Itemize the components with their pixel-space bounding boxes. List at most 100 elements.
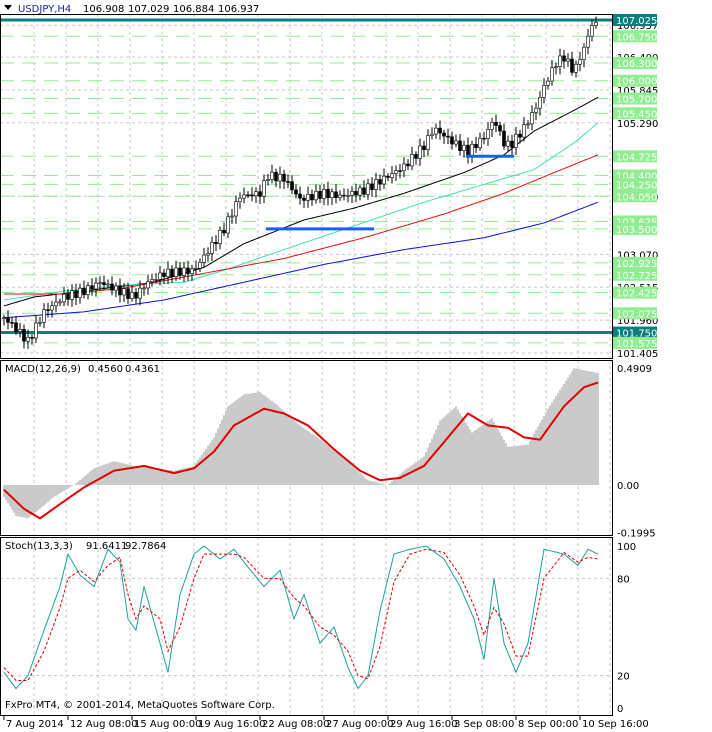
stoch-signal-value: 92.7864	[125, 541, 166, 552]
bull-candle	[242, 194, 246, 199]
bull-candle	[174, 267, 178, 277]
bear-candle	[110, 283, 114, 291]
bear-candle	[406, 163, 410, 167]
bear-candle	[10, 322, 14, 324]
bull-candle	[142, 287, 146, 290]
bull-candle	[322, 188, 326, 199]
time-axis: 7 Aug 2014 12 Aug 08:0015 Aug 00:0019 Aug…	[3, 716, 649, 730]
macd-title: MACD(12,26,9)	[5, 364, 81, 375]
bull-candle	[38, 321, 42, 324]
bull-candle	[586, 35, 590, 48]
bull-candle	[78, 287, 82, 298]
time-label: 10 Sep 16:00	[582, 719, 649, 730]
bear-candle	[82, 287, 86, 296]
bear-candle	[570, 58, 574, 73]
bear-candle	[118, 285, 122, 296]
stoch-tick-label: 0	[617, 704, 623, 715]
bull-candle	[382, 175, 386, 185]
level-tag-label: 102.075	[616, 309, 657, 320]
bear-candle	[222, 230, 226, 234]
bear-candle	[134, 292, 138, 299]
bear-candle	[450, 136, 454, 145]
bull-candle	[426, 135, 430, 150]
bull-candle	[574, 63, 578, 73]
bear-candle	[422, 145, 426, 150]
bear-candle	[398, 170, 402, 172]
bull-candle	[198, 262, 202, 269]
bull-candle	[94, 282, 98, 290]
collapse-arrow-icon[interactable]	[4, 5, 12, 10]
bear-candle	[318, 190, 322, 199]
bull-candle	[506, 140, 510, 147]
time-label: 22 Aug 08:00	[262, 719, 329, 730]
bear-candle	[22, 329, 26, 342]
bull-candle	[266, 179, 270, 182]
macd-signal-value: 0.4361	[125, 364, 160, 375]
bull-candle	[210, 241, 214, 254]
stoch-main-value: 91.6411	[86, 541, 127, 552]
level-tag-label: 106.750	[616, 32, 657, 43]
bear-candle	[510, 140, 514, 148]
level-tag-label: 102.925	[616, 259, 657, 270]
bull-candle	[350, 191, 354, 196]
bull-candle	[486, 128, 490, 139]
ohlc-open: 106.908	[83, 4, 124, 15]
level-tag-label: 105.450	[616, 109, 657, 120]
bull-candle	[182, 267, 186, 276]
moving-averages	[3, 96, 599, 319]
bear-candle	[170, 268, 174, 277]
time-label: 27 Aug 00:00	[326, 719, 393, 730]
bull-candle	[358, 187, 362, 196]
bear-candle	[378, 179, 382, 185]
bear-candle	[46, 309, 50, 311]
level-tag-label: 104.250	[616, 180, 657, 191]
level-tag-label: 103.500	[616, 225, 657, 236]
bear-candle	[498, 125, 502, 132]
bull-candle	[54, 301, 58, 307]
bull-candle	[534, 107, 538, 113]
bull-candle	[158, 272, 162, 280]
bear-candle	[274, 171, 278, 182]
level-tag-label: 107.025	[616, 16, 657, 27]
bear-candle	[74, 290, 78, 298]
macd-tick-label: -0.1995	[617, 529, 656, 540]
bull-candle	[262, 180, 266, 197]
bear-candle	[354, 191, 358, 196]
bear-candle	[282, 173, 286, 182]
stoch-tick-label: 80	[617, 574, 630, 585]
bull-candle	[2, 317, 6, 320]
price-axis: 106.937106.400105.845105.290104.050103.0…	[613, 14, 658, 715]
bull-candle	[18, 329, 22, 332]
level-tag-label: 104.050	[616, 192, 657, 203]
level-tag-label: 101.575	[616, 339, 657, 350]
candles	[2, 16, 598, 349]
ohlc-low: 106.884	[173, 4, 214, 15]
bull-candle	[594, 21, 598, 26]
bull-candle	[590, 25, 594, 37]
time-label: 12 Aug 08:00	[70, 719, 137, 730]
bull-candle	[58, 301, 62, 304]
bear-candle	[474, 143, 478, 149]
time-label: 15 Aug 00:00	[134, 719, 201, 730]
bear-candle	[502, 130, 506, 147]
stoch-signal-line	[3, 548, 599, 681]
level-tag-label: 106.000	[616, 77, 657, 88]
bull-candle	[542, 85, 546, 98]
chart-canvas[interactable]: 106.937106.400105.845105.290104.050103.0…	[0, 0, 712, 732]
bull-candle	[418, 145, 422, 159]
stoch-main-line	[3, 545, 599, 690]
ma-line	[3, 201, 599, 319]
bull-candle	[230, 215, 234, 218]
bull-candle	[410, 154, 414, 167]
bull-candle	[206, 253, 210, 256]
bull-candle	[434, 127, 438, 135]
time-label: 7 Aug 2014	[6, 719, 64, 730]
bull-candle	[394, 170, 398, 174]
bear-candle	[102, 282, 106, 286]
bull-candle	[346, 194, 350, 197]
bull-candle	[190, 268, 194, 274]
bear-candle	[14, 322, 18, 332]
bull-candle	[538, 97, 542, 109]
bear-candle	[466, 144, 470, 157]
bear-candle	[370, 183, 374, 190]
